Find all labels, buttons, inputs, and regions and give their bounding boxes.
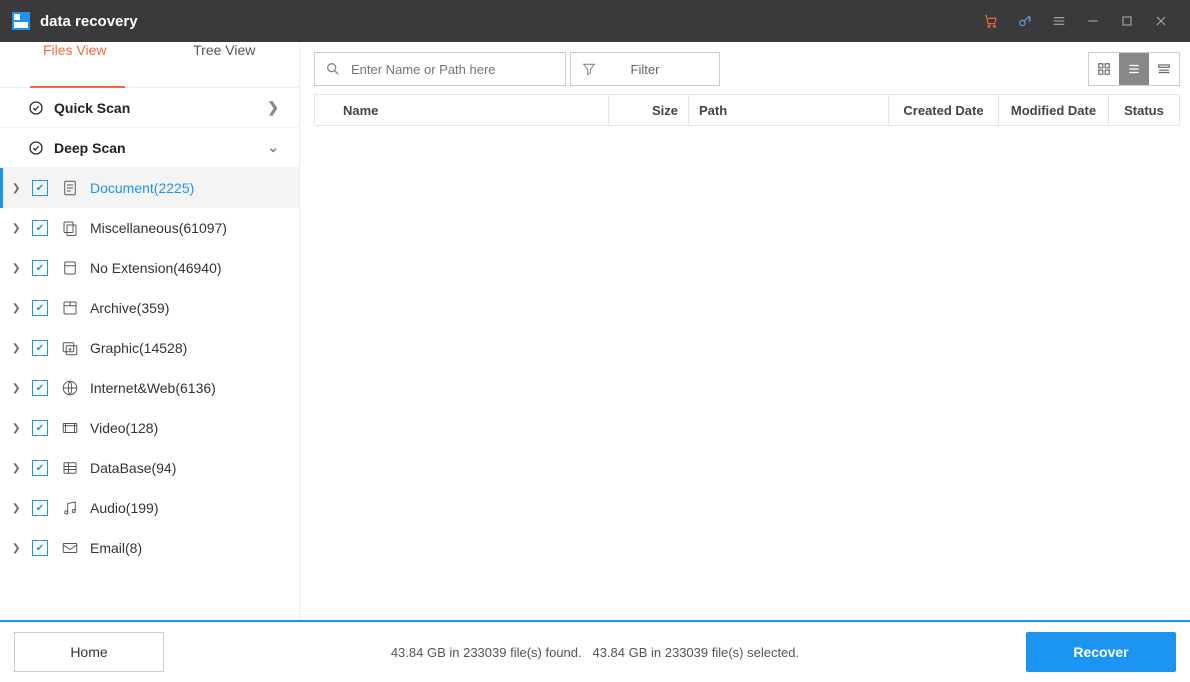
category-item[interactable]: ❯ ✔ DataBase(94) bbox=[0, 448, 299, 488]
chevron-right-icon[interactable]: ❯ bbox=[12, 543, 26, 554]
category-item[interactable]: ❯ ✔ Email(8) bbox=[0, 528, 299, 568]
web-icon bbox=[60, 378, 80, 398]
th-status[interactable]: Status bbox=[1109, 95, 1179, 125]
filter-button[interactable]: Filter bbox=[570, 52, 720, 86]
noext-icon bbox=[60, 258, 80, 278]
chevron-right-icon[interactable]: ❯ bbox=[12, 303, 26, 314]
category-label: Internet&Web(6136) bbox=[90, 380, 216, 396]
home-button[interactable]: Home bbox=[14, 632, 164, 672]
category-label: DataBase(94) bbox=[90, 460, 176, 476]
graphic-icon bbox=[60, 338, 80, 358]
maximize-icon[interactable] bbox=[1110, 0, 1144, 42]
chevron-right-icon[interactable]: ❯ bbox=[12, 423, 26, 434]
checkbox[interactable]: ✔ bbox=[32, 380, 48, 396]
category-label: Archive(359) bbox=[90, 300, 169, 316]
detail-view-button[interactable] bbox=[1149, 53, 1179, 85]
titlebar: data recovery bbox=[0, 0, 1190, 42]
content-area: Filter Name Size Path Created Date Modif… bbox=[300, 42, 1190, 620]
grid-view-button[interactable] bbox=[1089, 53, 1119, 85]
th-name[interactable]: Name bbox=[315, 95, 609, 125]
checkbox[interactable]: ✔ bbox=[32, 540, 48, 556]
checkbox[interactable]: ✔ bbox=[32, 220, 48, 236]
document-icon bbox=[60, 178, 80, 198]
key-icon[interactable] bbox=[1008, 0, 1042, 42]
database-icon bbox=[60, 458, 80, 478]
quick-scan-group[interactable]: Quick Scan ❯ bbox=[0, 88, 299, 128]
category-item[interactable]: ❯ ✔ Video(128) bbox=[0, 408, 299, 448]
checkbox[interactable]: ✔ bbox=[32, 460, 48, 476]
category-item[interactable]: ❯ ✔ No Extension(46940) bbox=[0, 248, 299, 288]
search-input[interactable] bbox=[351, 62, 565, 77]
checkbox[interactable]: ✔ bbox=[32, 420, 48, 436]
close-icon[interactable] bbox=[1144, 0, 1178, 42]
table-header: Name Size Path Created Date Modified Dat… bbox=[314, 94, 1180, 126]
list-view-button[interactable] bbox=[1119, 53, 1149, 85]
menu-icon[interactable] bbox=[1042, 0, 1076, 42]
chevron-right-icon[interactable]: ❯ bbox=[12, 263, 26, 274]
quick-scan-label: Quick Scan bbox=[54, 100, 267, 116]
app-title: data recovery bbox=[40, 13, 138, 30]
checkbox[interactable]: ✔ bbox=[32, 260, 48, 276]
footer-selected: 43.84 GB in 233039 file(s) selected. bbox=[592, 645, 799, 660]
archive-icon bbox=[60, 298, 80, 318]
category-item[interactable]: ❯ ✔ Internet&Web(6136) bbox=[0, 368, 299, 408]
th-created-date[interactable]: Created Date bbox=[889, 95, 999, 125]
footer-info: 43.84 GB in 233039 file(s) found. 43.84 … bbox=[164, 645, 1026, 660]
view-mode-group bbox=[1088, 52, 1180, 86]
th-size[interactable]: Size bbox=[609, 95, 689, 125]
th-path[interactable]: Path bbox=[689, 95, 889, 125]
checkbox[interactable]: ✔ bbox=[32, 180, 48, 196]
category-item[interactable]: ❯ ✔ Audio(199) bbox=[0, 488, 299, 528]
audio-icon bbox=[60, 498, 80, 518]
chevron-right-icon[interactable]: ❯ bbox=[12, 223, 26, 234]
footer-found: 43.84 GB in 233039 file(s) found. bbox=[391, 645, 582, 660]
category-item[interactable]: ❯ ✔ Miscellaneous(61097) bbox=[0, 208, 299, 248]
table-body bbox=[314, 126, 1180, 620]
email-icon bbox=[60, 538, 80, 558]
checkbox[interactable]: ✔ bbox=[32, 300, 48, 316]
th-modified-date[interactable]: Modified Date bbox=[999, 95, 1109, 125]
check-circle-icon bbox=[28, 140, 44, 156]
cart-icon[interactable] bbox=[974, 0, 1008, 42]
deep-scan-label: Deep Scan bbox=[54, 140, 267, 156]
tab-tree-view[interactable]: Tree View bbox=[150, 42, 300, 58]
category-label: Miscellaneous(61097) bbox=[90, 220, 227, 236]
check-circle-icon bbox=[28, 100, 44, 116]
checkbox[interactable]: ✔ bbox=[32, 340, 48, 356]
tab-files-view[interactable]: Files View bbox=[0, 42, 150, 58]
sidebar: Files View Tree View Quick Scan ❯ Deep S… bbox=[0, 42, 300, 620]
category-item[interactable]: ❯ ✔ Graphic(14528) bbox=[0, 328, 299, 368]
chevron-right-icon[interactable]: ❯ bbox=[12, 503, 26, 514]
chevron-right-icon[interactable]: ❯ bbox=[12, 183, 26, 194]
filter-icon bbox=[571, 61, 607, 77]
category-label: Audio(199) bbox=[90, 500, 159, 516]
chevron-right-icon[interactable]: ❯ bbox=[12, 383, 26, 394]
chevron-down-icon: ⌄ bbox=[267, 139, 279, 156]
category-item[interactable]: ❯ ✔ Document(2225) bbox=[0, 168, 299, 208]
search-icon bbox=[315, 61, 351, 77]
filter-label: Filter bbox=[631, 62, 660, 77]
recover-button[interactable]: Recover bbox=[1026, 632, 1176, 672]
checkbox[interactable]: ✔ bbox=[32, 500, 48, 516]
category-label: Video(128) bbox=[90, 420, 158, 436]
chevron-right-icon[interactable]: ❯ bbox=[12, 343, 26, 354]
search-box[interactable] bbox=[314, 52, 566, 86]
category-label: No Extension(46940) bbox=[90, 260, 222, 276]
category-item[interactable]: ❯ ✔ Archive(359) bbox=[0, 288, 299, 328]
footer: Home 43.84 GB in 233039 file(s) found. 4… bbox=[0, 620, 1190, 682]
category-label: Email(8) bbox=[90, 540, 142, 556]
video-icon bbox=[60, 418, 80, 438]
minimize-icon[interactable] bbox=[1076, 0, 1110, 42]
category-label: Graphic(14528) bbox=[90, 340, 187, 356]
app-logo-icon bbox=[12, 12, 30, 30]
chevron-right-icon[interactable]: ❯ bbox=[12, 463, 26, 474]
deep-scan-group[interactable]: Deep Scan ⌄ bbox=[0, 128, 299, 168]
misc-icon bbox=[60, 218, 80, 238]
chevron-right-icon: ❯ bbox=[267, 99, 279, 116]
category-label: Document(2225) bbox=[90, 180, 194, 196]
